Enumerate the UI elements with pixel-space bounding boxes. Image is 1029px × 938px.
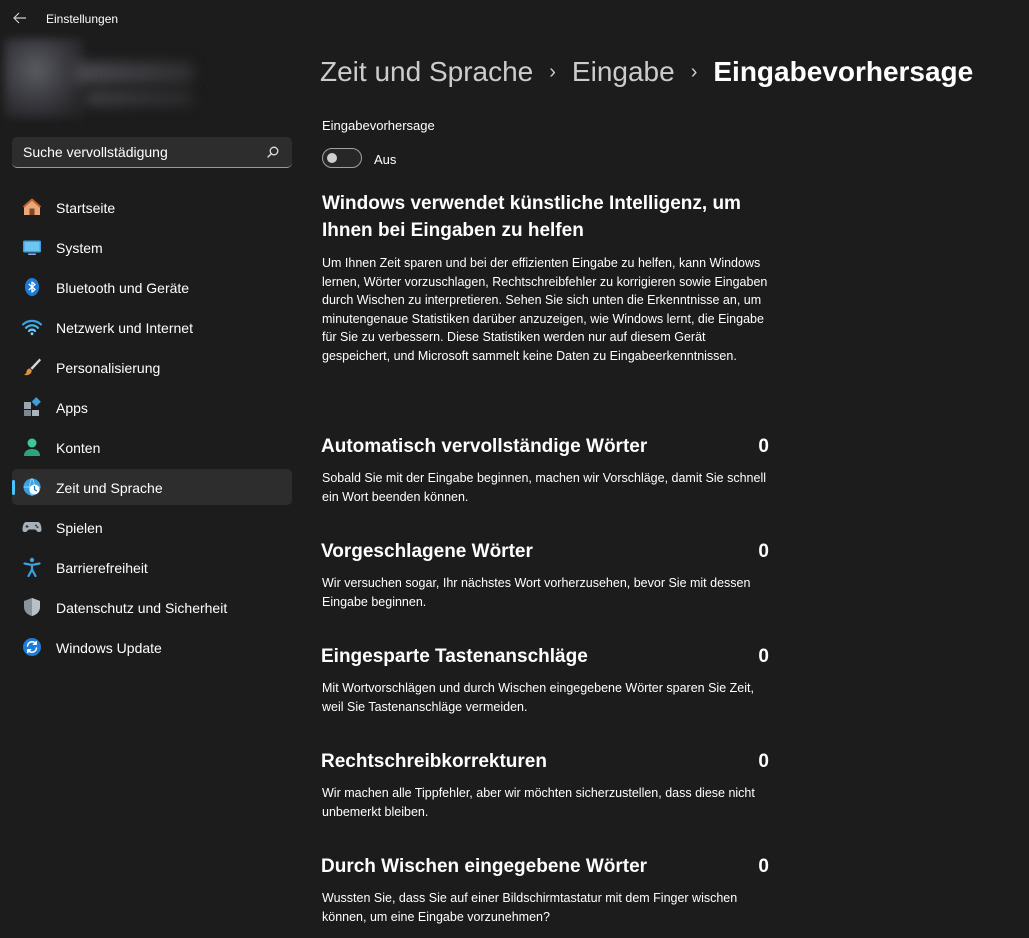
stat-value: 0 — [758, 646, 769, 667]
globe-clock-icon — [22, 477, 42, 497]
stat-value: 0 — [758, 436, 769, 457]
ai-heading: Windows verwendet künstliche Intelligenz… — [322, 193, 741, 241]
breadcrumb-eingabe[interactable]: Eingabe — [572, 56, 675, 88]
gamepad-icon — [22, 517, 42, 537]
toggle-state-label: Aus — [374, 152, 397, 167]
sidebar-item-startseite[interactable]: Startseite — [12, 189, 292, 225]
user-profile[interactable] — [4, 38, 210, 120]
monitor-icon — [22, 237, 42, 257]
arrow-left-icon — [13, 12, 26, 24]
prediction-label: Eingabevorhersage — [322, 118, 435, 133]
home-icon — [22, 197, 42, 217]
back-button[interactable] — [8, 6, 32, 30]
sidebar-nav: Startseite System Bluetooth und Geräte N… — [12, 189, 292, 669]
chevron-right-icon: › — [690, 60, 698, 83]
sidebar-item-konten[interactable]: Konten — [12, 429, 292, 465]
stat-value: 0 — [758, 751, 769, 772]
stat-value: 0 — [758, 856, 769, 877]
toggle-knob — [327, 153, 337, 163]
avatar — [4, 38, 84, 118]
selection-indicator — [12, 480, 15, 495]
stat-value: 0 — [758, 541, 769, 562]
title-bar: Einstellungen — [0, 0, 1029, 38]
chevron-right-icon: › — [549, 60, 556, 83]
sidebar-item-windows-update[interactable]: Windows Update — [12, 629, 292, 665]
breadcrumb: Zeit und Sprache › Eingabe › Eingabevorh… — [320, 52, 973, 92]
sidebar-item-personalisierung[interactable]: Personalisierung — [12, 349, 292, 385]
ai-description: Um Ihnen Zeit sparen und bei der effizie… — [322, 256, 768, 363]
prediction-toggle[interactable] — [322, 148, 362, 168]
sidebar-item-netzwerk[interactable]: Netzwerk und Internet — [12, 309, 292, 345]
settings-search[interactable] — [12, 137, 292, 168]
person-icon — [22, 437, 42, 457]
sidebar-item-apps[interactable]: Apps — [12, 389, 292, 425]
sidebar-item-spielen[interactable]: Spielen — [12, 509, 292, 545]
sidebar-item-system[interactable]: System — [12, 229, 292, 265]
sidebar-item-zeit-und-sprache[interactable]: Zeit und Sprache — [12, 469, 292, 505]
sidebar-item-barrierefreiheit[interactable]: Barrierefreiheit — [12, 549, 292, 585]
search-input[interactable] — [12, 137, 262, 167]
wifi-icon — [22, 317, 42, 337]
bluetooth-icon — [22, 277, 42, 297]
accessibility-icon — [22, 557, 42, 577]
sidebar-item-bluetooth[interactable]: Bluetooth und Geräte — [12, 269, 292, 305]
sidebar-item-datenschutz[interactable]: Datenschutz und Sicherheit — [12, 589, 292, 625]
user-name-blurred — [74, 62, 194, 84]
apps-icon — [22, 397, 42, 417]
update-icon — [22, 637, 42, 657]
app-title: Einstellungen — [46, 12, 119, 26]
user-email-blurred — [84, 90, 194, 106]
brush-icon — [22, 357, 42, 377]
search-icon[interactable] — [267, 146, 279, 158]
page-title: Eingabevorhersage — [713, 56, 974, 87]
shield-icon — [22, 597, 42, 617]
breadcrumb-zeit-und-sprache[interactable]: Zeit und Sprache — [320, 56, 533, 88]
